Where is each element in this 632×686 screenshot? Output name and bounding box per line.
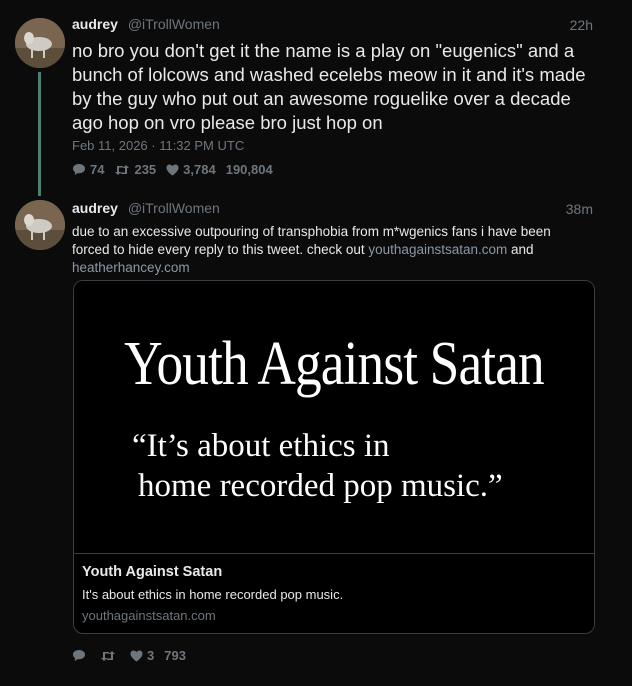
retweet-icon [101, 650, 115, 661]
card-image-title: Youth Against Satan [124, 330, 545, 398]
tweet-text-part: and [507, 242, 534, 257]
tweet-2: audrey @iTrollWomen 38m due to an excess… [0, 0, 632, 686]
view-count-group: 793 [164, 648, 186, 663]
view-count: 793 [164, 648, 186, 663]
card-quote-line2: home recorded pop music.” [138, 468, 503, 504]
display-name[interactable]: audrey [72, 200, 118, 216]
avatar[interactable] [15, 200, 65, 250]
tweet-header: audrey @iTrollWomen [72, 200, 220, 216]
heart-icon [130, 650, 143, 661]
card-image: Youth Against Satan “It’s about ethics i… [74, 281, 594, 554]
tweet-actions: 3 793 [72, 648, 196, 663]
link-youthagainstsatan[interactable]: youthagainstsatan.com [368, 242, 507, 257]
tweet-text: due to an excessive outpouring of transp… [72, 223, 592, 277]
reply-button[interactable] [72, 649, 90, 662]
link-preview-card[interactable]: Youth Against Satan “It’s about ethics i… [73, 280, 595, 634]
comment-icon [73, 650, 85, 661]
like-button[interactable]: 3 [130, 648, 154, 663]
tweet-time[interactable]: 38m [566, 201, 593, 217]
card-info: Youth Against Satan It's about ethics in… [82, 564, 343, 623]
card-url: youthagainstsatan.com [82, 608, 216, 623]
card-quote-line1: “It’s about ethics in [132, 428, 390, 464]
retweet-button[interactable] [100, 650, 120, 662]
card-image-quote: “It’s about ethics in home recorded pop … [132, 426, 572, 506]
card-description: It's about ethics in home recorded pop m… [82, 587, 344, 602]
user-handle[interactable]: @iTrollWomen [128, 200, 220, 216]
card-title: Youth Against Satan [82, 564, 223, 580]
link-heatherhancey[interactable]: heatherhancey.com [72, 260, 190, 275]
like-count: 3 [147, 648, 155, 663]
